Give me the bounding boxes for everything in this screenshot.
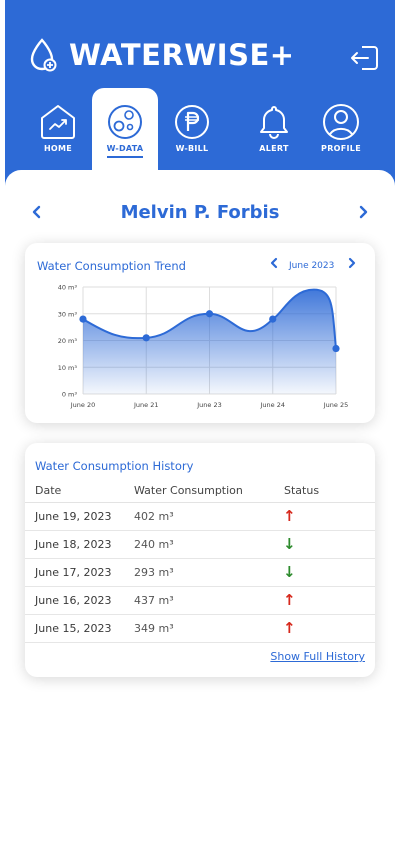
- cell-date: June 15, 2023: [35, 622, 112, 635]
- arrow-down-icon: ↓: [283, 535, 296, 553]
- peso-icon: [175, 105, 209, 139]
- nav-item-w-data[interactable]: W-DATA: [92, 88, 158, 170]
- x-tick-label: June 20: [70, 401, 96, 409]
- data-point: [142, 334, 150, 342]
- nav-item-alert[interactable]: ALERT: [241, 88, 307, 170]
- x-tick-label: June 21: [133, 401, 159, 409]
- nav-label-w-data: W-DATA: [106, 144, 144, 153]
- nav-label-w-bill: W-BILL: [175, 144, 209, 153]
- cell-date: June 17, 2023: [35, 566, 112, 579]
- consumption-trend-chart: 0 m³ 10 m³ 20 m³ 30 m³ 40 m³ June 20 June 21 Ju…: [58, 284, 349, 410]
- person-selector: Melvin P. Forbis: [5, 200, 395, 230]
- next-person-button[interactable]: [353, 204, 373, 226]
- cell-date: June 16, 2023: [35, 594, 112, 607]
- app-title: WATERWISE+: [69, 38, 295, 72]
- bottom-nav: HOME W-DATA W-BILL ALERT PROFILE: [5, 88, 395, 170]
- person-name: Melvin P. Forbis: [120, 202, 280, 223]
- cell-consumption: 293 m³: [134, 566, 174, 579]
- cell-consumption: 349 m³: [134, 622, 174, 635]
- water-data-icon: [108, 105, 142, 139]
- cell-date: June 18, 2023: [35, 538, 112, 551]
- chevron-right-icon: [359, 205, 368, 219]
- app-screen: WATERWISE+ HOME W-DATA W-BILL ALERT PROF…: [0, 0, 400, 844]
- bell-icon: [260, 106, 288, 139]
- nav-label-home: HOME: [43, 144, 73, 153]
- cell-consumption: 240 m³: [134, 538, 174, 551]
- x-tick-label: June 24: [260, 401, 286, 409]
- column-header-date: Date: [35, 484, 62, 497]
- user-icon: [323, 104, 359, 140]
- table-row: June 19, 2023 402 m³ ↑: [25, 503, 375, 531]
- history-title: Water Consumption History: [35, 459, 194, 473]
- y-tick-label: 40 m³: [58, 284, 78, 292]
- y-tick-label: 20 m³: [58, 337, 78, 345]
- consumption-trend-card: Water Consumption Trend June 2023 0 m³ 10…: [25, 243, 375, 423]
- nav-item-w-bill[interactable]: W-BILL: [159, 88, 225, 170]
- nav-item-profile[interactable]: PROFILE: [308, 88, 374, 170]
- y-tick-label: 10 m³: [58, 364, 78, 372]
- show-full-history-link[interactable]: Show Full History: [270, 650, 365, 663]
- cell-consumption: 437 m³: [134, 594, 174, 607]
- logout-icon[interactable]: [350, 43, 380, 73]
- data-point: [205, 310, 214, 318]
- nav-label-profile: PROFILE: [321, 144, 361, 153]
- y-tick-label: 30 m³: [58, 310, 78, 318]
- x-tick-label: June 25: [323, 401, 349, 409]
- consumption-history-card: Water Consumption History Date Water Con…: [25, 443, 375, 677]
- arrow-up-icon: ↑: [283, 591, 296, 609]
- active-tab-indicator: [107, 156, 143, 158]
- table-row: June 15, 2023 349 m³ ↑: [25, 615, 375, 643]
- data-point: [332, 344, 340, 353]
- column-header-status: Status: [284, 484, 320, 497]
- data-point: [79, 315, 87, 323]
- nav-item-home[interactable]: HOME: [25, 88, 91, 170]
- nav-label-alert: ALERT: [259, 144, 289, 153]
- cell-consumption: 402 m³: [134, 510, 174, 523]
- main-content: Melvin P. Forbis Water Consumption Trend…: [5, 170, 395, 844]
- data-point: [269, 315, 277, 323]
- arrow-down-icon: ↓: [283, 563, 296, 581]
- table-row: June 17, 2023 293 m³ ↓: [25, 559, 375, 587]
- brand: WATERWISE+: [29, 38, 295, 72]
- water-drop-plus-icon: [30, 38, 57, 72]
- y-tick-label: 0 m³: [62, 391, 78, 399]
- table-row: June 16, 2023 437 m³ ↑: [25, 587, 375, 615]
- column-header-consumption: Water Consumption: [134, 484, 243, 497]
- arrow-up-icon: ↑: [283, 507, 296, 525]
- arrow-up-icon: ↑: [283, 619, 296, 637]
- home-chart-icon: [41, 105, 75, 139]
- table-row: June 18, 2023 240 m³ ↓: [25, 531, 375, 559]
- cell-date: June 19, 2023: [35, 510, 112, 523]
- x-tick-label: June 23: [196, 401, 222, 409]
